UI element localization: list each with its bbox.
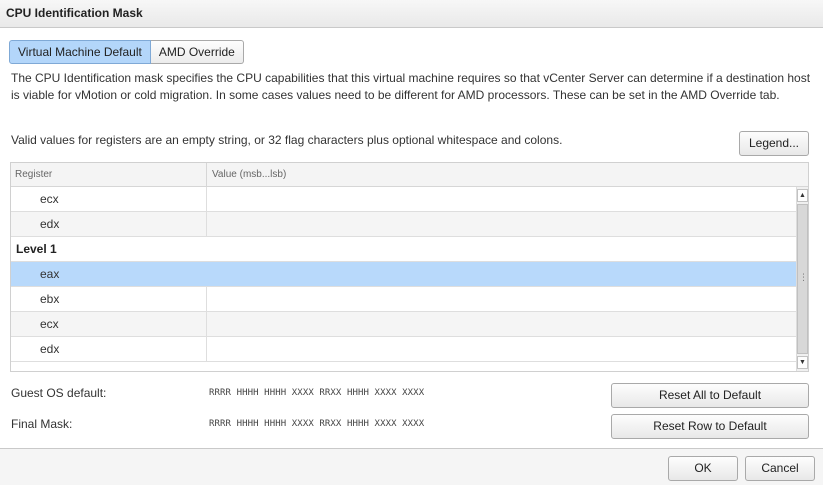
scrollbar-thumb[interactable]: ⋮⋮ — [797, 204, 808, 354]
table-body: ecx edx Level 1 eax ebx ecx edx — [11, 187, 797, 362]
tab-amd-override[interactable]: AMD Override — [150, 40, 244, 64]
register-cell: ecx — [11, 312, 207, 336]
description-text: The CPU Identification mask specifies th… — [11, 71, 811, 102]
ok-button[interactable]: OK — [668, 456, 738, 481]
table-row[interactable]: ecx — [11, 312, 797, 337]
vertical-scrollbar[interactable]: ▲ ⋮⋮ ▼ — [796, 187, 808, 371]
reset-row-button[interactable]: Reset Row to Default — [611, 414, 809, 439]
dialog-title: CPU Identification Mask — [0, 0, 823, 28]
register-cell: edx — [11, 337, 207, 361]
table-row-selected[interactable]: eax — [11, 262, 797, 287]
final-mask-label: Final Mask: — [11, 417, 73, 431]
tab-virtual-machine-default[interactable]: Virtual Machine Default — [9, 40, 151, 64]
triangle-up-icon[interactable]: ▲ — [797, 189, 808, 202]
guest-os-default-value: RRRR HHHH HHHH XXXX RRXX HHHH XXXX XXXX — [209, 388, 425, 398]
final-mask-value: RRRR HHHH HHHH XXXX RRXX HHHH XXXX XXXX — [209, 419, 425, 429]
table-header: Register Value (msb...lsb) — [11, 163, 808, 187]
register-cell: eax — [11, 262, 207, 286]
grip-icon: ⋮⋮ — [799, 272, 808, 282]
column-header-register[interactable]: Register — [11, 163, 207, 187]
table-row[interactable]: ecx — [11, 187, 797, 212]
triangle-down-icon[interactable]: ▼ — [797, 356, 808, 369]
column-header-value[interactable]: Value (msb...lsb) — [208, 163, 286, 187]
guest-os-default-label: Guest OS default: — [11, 386, 107, 400]
group-row-level-1[interactable]: Level 1 — [11, 237, 797, 262]
table-row[interactable]: edx — [11, 212, 797, 237]
register-cell: edx — [11, 212, 207, 236]
valid-values-text: Valid values for registers are an empty … — [11, 133, 563, 147]
table-row[interactable]: ebx — [11, 287, 797, 312]
register-cell: ecx — [11, 187, 207, 211]
legend-button[interactable]: Legend... — [739, 131, 809, 156]
group-label: Level 1 — [16, 242, 57, 256]
cancel-button[interactable]: Cancel — [745, 456, 815, 481]
register-table: Register Value (msb...lsb) ecx edx Level… — [10, 162, 809, 372]
tab-bar: Virtual Machine Default AMD Override — [9, 40, 244, 64]
register-cell: ebx — [11, 287, 207, 311]
table-row[interactable]: edx — [11, 337, 797, 362]
reset-all-button[interactable]: Reset All to Default — [611, 383, 809, 408]
